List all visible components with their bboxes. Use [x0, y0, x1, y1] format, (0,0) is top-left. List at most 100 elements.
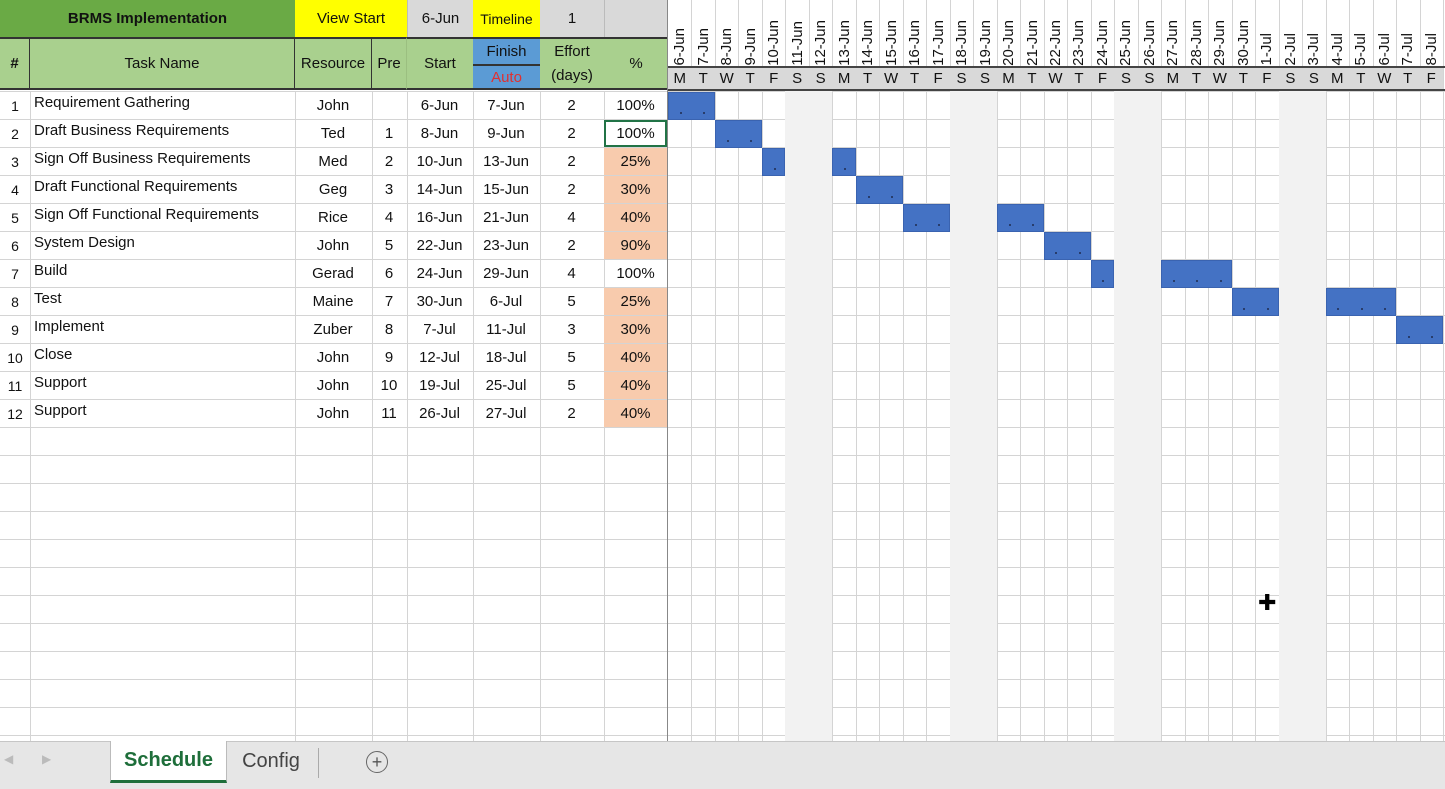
cell-num[interactable]: 10 [1, 344, 29, 371]
gantt-bar[interactable] [1325, 288, 1397, 316]
cell-finish[interactable]: 21-Jun [473, 204, 539, 231]
gantt-bar[interactable] [1090, 260, 1115, 288]
cell-start[interactable]: 22-Jun [407, 232, 472, 259]
cell-name[interactable]: Build [30, 260, 294, 287]
cell-resource[interactable]: John [295, 372, 371, 399]
cell-pre[interactable]: 7 [372, 288, 406, 315]
cell-name[interactable]: Support [30, 372, 294, 399]
cell-num[interactable]: 12 [1, 400, 29, 427]
cell-start[interactable]: 14-Jun [407, 176, 472, 203]
gantt-bar[interactable] [996, 204, 1044, 232]
cell-start[interactable]: 24-Jun [407, 260, 472, 287]
cell-resource[interactable]: John [295, 92, 371, 119]
cell-finish[interactable]: 15-Jun [473, 176, 539, 203]
cell-pct[interactable]: 100% [604, 120, 667, 147]
cell-finish[interactable]: 7-Jun [473, 92, 539, 119]
cell-finish[interactable]: 18-Jul [473, 344, 539, 371]
cell-name[interactable]: Draft Business Requirements [30, 120, 294, 147]
cell-pct[interactable]: 90% [604, 232, 667, 259]
cell-pct[interactable]: 30% [604, 176, 667, 203]
cell-pct[interactable]: 25% [604, 288, 667, 315]
cell-pre[interactable]: 10 [372, 372, 406, 399]
cell-pct[interactable]: 40% [604, 204, 667, 231]
tab-config[interactable]: Config [226, 742, 316, 781]
scroll-tabs-prev-icon[interactable]: ◀ [4, 752, 13, 766]
cell-pre[interactable]: 11 [372, 400, 406, 427]
cell-start[interactable]: 16-Jun [407, 204, 472, 231]
gantt-bar[interactable] [832, 148, 856, 176]
cell-finish[interactable]: 13-Jun [473, 148, 539, 175]
cell-pre[interactable]: 3 [372, 176, 406, 203]
cell-num[interactable]: 9 [1, 316, 29, 343]
cell-start[interactable]: 10-Jun [407, 148, 472, 175]
cell-pct[interactable]: 40% [604, 400, 667, 427]
cell-start[interactable]: 6-Jun [407, 92, 472, 119]
cell-resource[interactable]: Maine [295, 288, 371, 315]
cell-pre[interactable]: 9 [372, 344, 406, 371]
cell-num[interactable]: 1 [1, 92, 29, 119]
cell-finish[interactable]: 29-Jun [473, 260, 539, 287]
cell-num[interactable]: 7 [1, 260, 29, 287]
cell-finish[interactable]: 25-Jul [473, 372, 539, 399]
cell-finish[interactable]: 27-Jul [473, 400, 539, 427]
gantt-bar[interactable] [1161, 260, 1232, 288]
cell-resource[interactable]: Zuber [295, 316, 371, 343]
cell-start[interactable]: 7-Jul [407, 316, 472, 343]
gantt-bar[interactable] [1231, 288, 1279, 316]
cell-resource[interactable]: John [295, 344, 371, 371]
cell-pct[interactable]: 25% [604, 148, 667, 175]
gantt-bar[interactable] [855, 176, 903, 204]
cell-num[interactable]: 6 [1, 232, 29, 259]
cell-num[interactable]: 2 [1, 120, 29, 147]
cell-resource[interactable]: Geg [295, 176, 371, 203]
cell-pct[interactable]: 40% [604, 372, 667, 399]
timeline-value[interactable]: 1 [540, 0, 604, 37]
cell-start[interactable]: 19-Jul [407, 372, 472, 399]
cell-resource[interactable]: John [295, 400, 371, 427]
cell-name[interactable]: Implement [30, 316, 294, 343]
cell-pre[interactable]: 5 [372, 232, 406, 259]
cell-effort[interactable]: 2 [540, 400, 603, 427]
cell-pct[interactable]: 30% [604, 316, 667, 343]
cell-start[interactable]: 26-Jul [407, 400, 472, 427]
cell-effort[interactable]: 3 [540, 316, 603, 343]
cell-name[interactable]: Close [30, 344, 294, 371]
cell-start[interactable]: 12-Jul [407, 344, 472, 371]
gantt-bar[interactable] [668, 92, 715, 120]
cell-num[interactable]: 3 [1, 148, 29, 175]
gantt-bar[interactable] [761, 148, 786, 176]
cell-pct[interactable]: 40% [604, 344, 667, 371]
cell-name[interactable]: Sign Off Business Requirements [30, 148, 294, 175]
cell-num[interactable]: 5 [1, 204, 29, 231]
cell-pre[interactable]: 4 [372, 204, 406, 231]
cell-effort[interactable]: 4 [540, 260, 603, 287]
cell-effort[interactable]: 5 [540, 372, 603, 399]
cell-pre[interactable]: 8 [372, 316, 406, 343]
gantt-bar[interactable] [714, 120, 762, 148]
add-sheet-icon[interactable]: + [366, 751, 388, 773]
cell-pct[interactable]: 100% [604, 260, 667, 287]
cell-pre[interactable]: 2 [372, 148, 406, 175]
cell-effort[interactable]: 2 [540, 176, 603, 203]
cell-start[interactable]: 30-Jun [407, 288, 472, 315]
tab-schedule[interactable]: Schedule [110, 741, 227, 783]
scroll-tabs-next-icon[interactable]: ▶ [42, 752, 51, 766]
cell-finish[interactable]: 9-Jun [473, 120, 539, 147]
cell-finish[interactable]: 23-Jun [473, 232, 539, 259]
cell-effort[interactable]: 4 [540, 204, 603, 231]
cell-effort[interactable]: 2 [540, 148, 603, 175]
cell-resource[interactable]: Gerad [295, 260, 371, 287]
cell-resource[interactable]: Ted [295, 120, 371, 147]
cell-pct[interactable]: 100% [604, 92, 667, 119]
cell-effort[interactable]: 2 [540, 232, 603, 259]
cell-name[interactable]: Sign Off Functional Requirements [30, 204, 294, 231]
cell-pre[interactable]: 1 [372, 120, 406, 147]
cell-effort[interactable]: 2 [540, 120, 603, 147]
cell-num[interactable]: 11 [1, 372, 29, 399]
cell-finish[interactable]: 11-Jul [473, 316, 539, 343]
cell-name[interactable]: Draft Functional Requirements [30, 176, 294, 203]
cell-num[interactable]: 8 [1, 288, 29, 315]
gantt-bar[interactable] [1043, 232, 1091, 260]
cell-name[interactable]: Test [30, 288, 294, 315]
cell-name[interactable]: Support [30, 400, 294, 427]
